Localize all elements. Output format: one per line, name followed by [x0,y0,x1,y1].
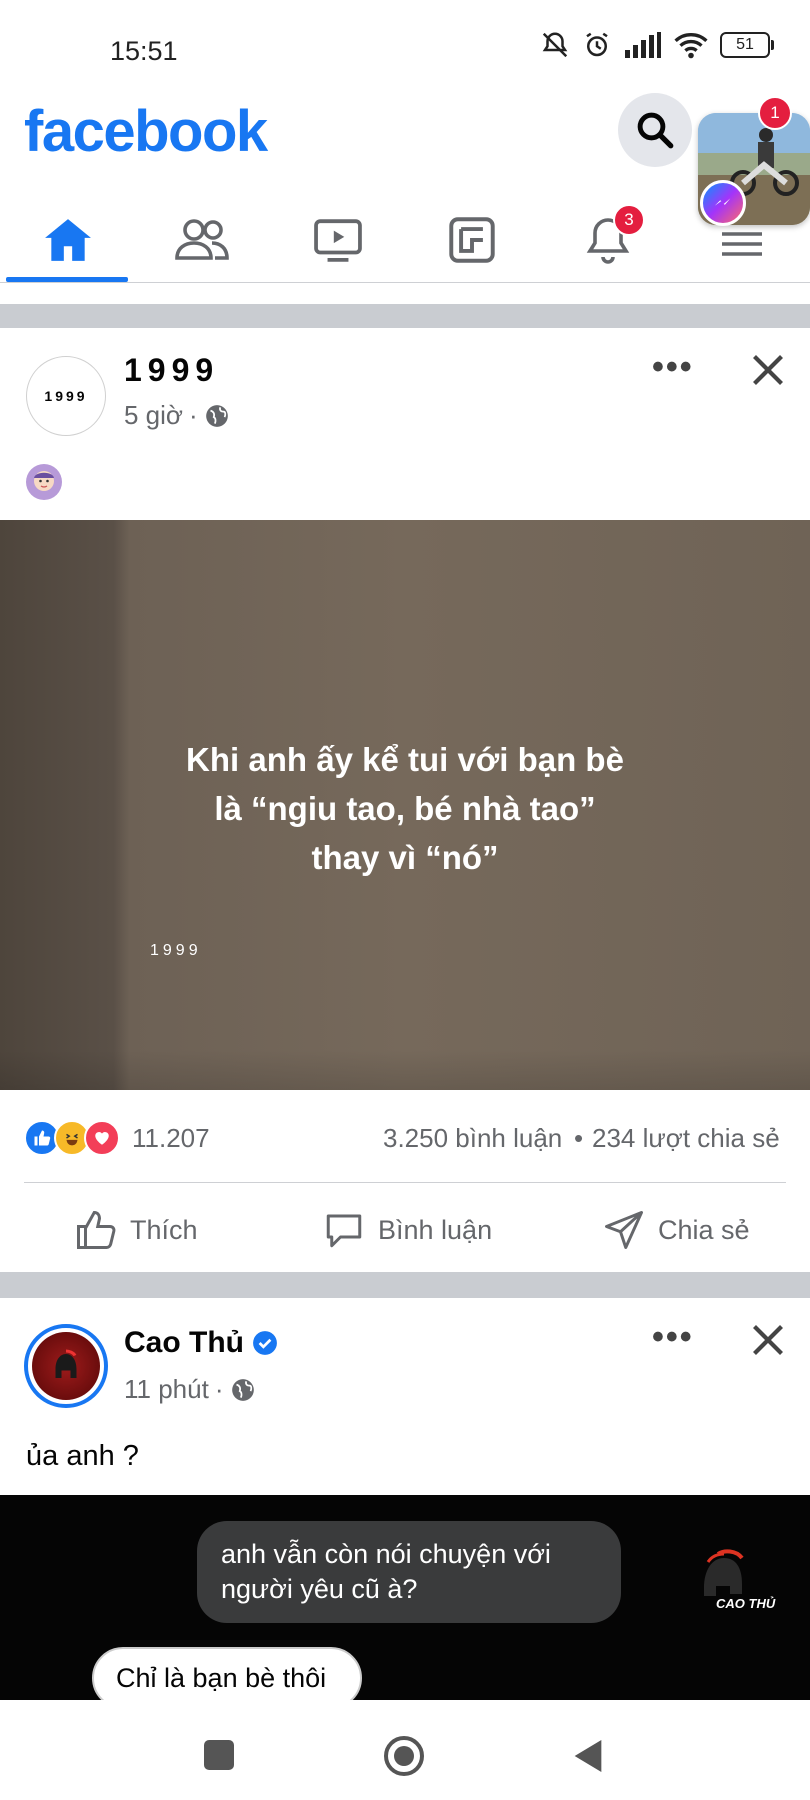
verified-badge-icon [253,1331,277,1355]
post-author-avatar[interactable]: 1999 [26,356,106,436]
post-text-2: ủa anh ? [26,1440,139,1472]
tab-menu[interactable] [678,200,806,280]
post-meta-2: 11 phút · [124,1374,256,1405]
status-time: 15:51 [110,36,178,66]
share-arrow-icon [605,1211,643,1249]
battery-indicator: 51 [720,32,774,58]
mute-bell-icon [542,32,568,58]
cao-thu-watermark-logo: CAO THỦ [690,1548,775,1620]
stat-separator: • [574,1123,584,1153]
like-label: Thích [130,1214,198,1245]
caption-line-2: là “ngiu tao, bé nhà tao” [214,790,596,827]
post-author-name-2[interactable]: Cao Thủ [124,1326,244,1360]
post-time-2[interactable]: 11 phút [124,1374,209,1405]
close-icon [753,1325,783,1355]
status-bar: 15:51 51 [0,0,810,100]
recent-apps-button[interactable] [204,1740,234,1770]
facebook-logo[interactable]: facebook [24,98,268,165]
post-options-button[interactable]: ••• [652,348,694,387]
post-time[interactable]: 5 giờ [124,400,183,431]
love-reaction-icon [84,1120,120,1156]
notifications-badge: 3 [613,204,645,236]
home-icon [45,219,91,261]
actions-divider [24,1182,786,1183]
signal-icon [625,32,661,58]
status-icons: 51 [540,30,774,60]
menu-hamburger-icon [722,232,762,256]
comment-label: Bình luận [378,1214,493,1245]
post-author-name-2-row: Cao Thủ [124,1326,278,1360]
meta-separator-2: · [214,1374,224,1404]
search-button[interactable] [618,93,692,167]
system-navigation-bar [0,1700,810,1800]
feed-separator-2 [0,1272,810,1298]
hide-post-button-2[interactable] [750,1322,786,1363]
home-button-dot [394,1746,414,1766]
post-author-avatar-2[interactable] [24,1324,108,1408]
reactions-count: 11.207 [132,1122,210,1153]
chat-badge: 1 [758,96,792,130]
close-icon [753,355,783,385]
share-button[interactable]: Chia sẻ [602,1206,750,1254]
feed-separator [0,304,810,328]
globe-icon [205,404,228,427]
wifi-icon [674,33,708,59]
emoji-woman-gesturing-icon [24,462,64,507]
reactions-summary[interactable]: 11.207 [24,1120,210,1156]
helmet-icon [55,1349,77,1378]
search-icon [637,112,674,149]
thumbs-up-icon [77,1211,116,1249]
comment-button[interactable]: Bình luận [322,1206,492,1254]
post-image-caption: Khi anh ấy kể tui với bạn bè là “ngiu ta… [0,735,810,882]
share-label: Chia sẻ [658,1214,750,1245]
shares-count[interactable]: 234 lượt chia sẻ [592,1123,780,1154]
main-nav: 3 [0,200,810,283]
alarm-icon [586,32,608,57]
groups-icon [449,217,495,263]
post-author-name[interactable]: 1999 [124,352,219,389]
image-watermark: 1999 [150,942,202,959]
tab-friends[interactable] [138,200,266,280]
watch-video-icon [314,219,362,262]
tab-home[interactable] [4,200,132,280]
tab-groups[interactable] [408,200,536,280]
friends-icon [175,219,229,260]
post-meta: 5 giờ · [124,400,230,431]
meta-separator: · [188,400,198,430]
cao-thu-avatar-image [32,1332,100,1400]
message-bubble-1: anh vẫn còn nói chuyện với người yêu cũ … [197,1521,621,1623]
home-button[interactable] [384,1736,424,1776]
comment-bubble-icon [326,1214,362,1248]
image-shadow [0,1050,810,1090]
back-button[interactable] [572,1738,604,1774]
like-button[interactable]: Thích [74,1206,198,1254]
caption-line-1: Khi anh ấy kể tui với bạn bè [186,741,624,778]
caption-line-3: thay vì “nó” [311,839,499,876]
cao-thu-logo-text: CAO THỦ [716,1596,776,1611]
post-options-button-2[interactable]: ••• [652,1318,694,1357]
comments-count[interactable]: 3.250 bình luận [383,1123,562,1154]
active-tab-indicator [6,277,128,282]
hide-post-button[interactable] [750,352,786,393]
globe-icon [231,1378,254,1401]
tab-watch[interactable] [274,200,402,280]
tab-notifications[interactable] [544,200,672,280]
